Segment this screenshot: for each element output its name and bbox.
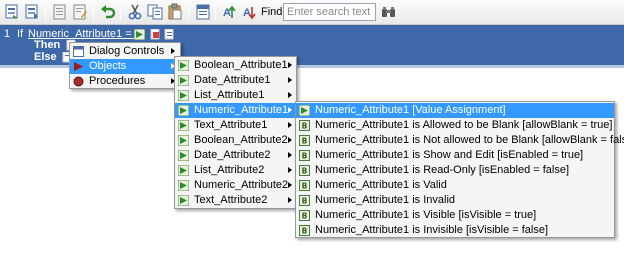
sort-descending-icon[interactable]: A — [240, 3, 258, 21]
attribute-menu-item[interactable]: B Numeric_Attribute1 is Visible [isVisibl… — [296, 208, 614, 223]
binoculars-icon[interactable] — [379, 3, 398, 21]
else-keyword: Else — [34, 51, 57, 63]
attribute-icon — [178, 195, 189, 206]
boolean-b-icon: B — [299, 225, 310, 236]
attribute-icon — [178, 120, 189, 131]
attribute-menu-item[interactable]: B Numeric_Attribute1 is Allowed to be Bla… — [296, 118, 614, 133]
objects-menu-item[interactable]: Boolean_Attribute2 — [175, 133, 296, 148]
attribute-icon — [178, 75, 189, 86]
objects-menu-item[interactable]: Text_Attribute2 — [175, 193, 296, 208]
menu-item-procedures[interactable]: Procedures — [70, 74, 180, 89]
svg-text:B: B — [302, 182, 308, 191]
svg-text:B: B — [302, 137, 308, 146]
objects-menu-item[interactable]: List_Attribute1 — [175, 88, 296, 103]
attribute-icon — [178, 165, 189, 176]
toolbar-separator — [215, 3, 216, 21]
boolean-b-icon: B — [299, 120, 310, 131]
boolean-b-icon: B — [299, 150, 310, 161]
svg-text:B: B — [302, 227, 308, 236]
svg-text:B: B — [302, 197, 308, 206]
cut-icon[interactable] — [126, 3, 144, 21]
attribute-menu-item[interactable]: B Numeric_Attribute1 is Valid — [296, 178, 614, 193]
svg-text:A: A — [243, 7, 251, 19]
find-label: Find: — [261, 6, 286, 18]
if-keyword: If — [17, 28, 24, 40]
rule-view-icon[interactable] — [194, 3, 212, 21]
sort-ascending-icon[interactable]: A — [220, 3, 238, 21]
submenu-arrow-icon — [288, 137, 292, 143]
toolbar-separator — [45, 3, 46, 21]
objects-menu-item[interactable]: Date_Attribute2 — [175, 148, 296, 163]
attribute-menu-item[interactable]: B Numeric_Attribute1 is Show and Edit [is… — [296, 148, 614, 163]
boolean-b-icon: B — [299, 210, 310, 221]
toolbar: A A Find: — [0, 0, 624, 25]
attribute-icon — [178, 105, 189, 116]
menu-item-objects[interactable]: Objects — [70, 59, 180, 74]
objects-menu-item[interactable]: List_Attribute2 — [175, 163, 296, 178]
boolean-b-icon: B — [299, 165, 310, 176]
insert-rule-icon[interactable] — [23, 3, 41, 21]
attribute-menu-item[interactable]: B Numeric_Attribute1 is Invisible [isVisi… — [296, 223, 614, 238]
objects-menu-item[interactable]: Date_Attribute1 — [175, 73, 296, 88]
attribute-menu-item[interactable]: B Numeric_Attribute1 is Not allowed to be… — [296, 133, 624, 148]
submenu-arrow-icon — [288, 92, 292, 98]
svg-text:B: B — [302, 152, 308, 161]
value-assignment-icon — [299, 105, 310, 116]
green-play-icon[interactable] — [134, 29, 145, 40]
copy-icon[interactable] — [146, 3, 164, 21]
submenu-arrow-icon — [288, 167, 292, 173]
attribute-icon — [178, 60, 189, 71]
toolbar-separator — [93, 3, 94, 21]
attribute-icon — [178, 150, 189, 161]
attribute-submenu: Numeric_Attribute1 [Value Assignment] B Nu… — [295, 101, 624, 238]
attribute-menu-item[interactable]: B Numeric_Attribute1 is Invalid — [296, 193, 614, 208]
toolbar-separator — [188, 3, 189, 21]
attribute-menu-item[interactable]: Numeric_Attribute1 [Value Assignment] — [296, 103, 614, 118]
attribute-icon — [178, 90, 189, 101]
context-menu: Dialog Controls Objects Procedures — [69, 42, 181, 89]
svg-text:B: B — [302, 167, 308, 176]
submenu-arrow-icon — [288, 62, 292, 68]
dialog-controls-icon — [73, 46, 84, 57]
objects-menu-item[interactable]: Numeric_Attribute1 — [175, 103, 296, 118]
new-rule-icon[interactable] — [3, 3, 21, 21]
attribute-icon — [178, 135, 189, 146]
then-keyword: Then — [34, 39, 61, 51]
objects-menu-item[interactable]: Boolean_Attribute1 — [175, 58, 296, 73]
objects-icon — [73, 61, 84, 72]
document-icon[interactable] — [51, 3, 69, 21]
line-number: 1 — [4, 28, 11, 40]
svg-text:B: B — [302, 122, 308, 131]
boolean-b-icon: B — [299, 195, 310, 206]
submenu-arrow-icon — [171, 48, 175, 54]
properties-icon[interactable] — [71, 3, 89, 21]
objects-submenu: Boolean_Attribute1 Date_Attribute1 List_At… — [174, 56, 297, 209]
search-input[interactable] — [283, 3, 376, 21]
boolean-b-icon: B — [299, 135, 310, 146]
toolbar-separator — [120, 3, 121, 21]
paste-icon[interactable] — [166, 3, 184, 21]
submenu-arrow-icon — [288, 77, 292, 83]
submenu-arrow-icon — [288, 197, 292, 203]
objects-menu-item[interactable]: Text_Attribute1 — [175, 118, 296, 133]
attribute-icon — [178, 180, 189, 191]
procedures-icon — [73, 76, 84, 87]
submenu-arrow-icon — [288, 107, 292, 113]
svg-text:B: B — [302, 212, 308, 221]
submenu-arrow-icon — [288, 182, 292, 188]
objects-menu-item[interactable]: Numeric_Attribute2 — [175, 178, 296, 193]
menu-item-dialog-controls[interactable]: Dialog Controls — [70, 44, 180, 59]
submenu-arrow-icon — [288, 152, 292, 158]
boolean-b-icon: B — [299, 180, 310, 191]
undo-icon[interactable] — [99, 3, 117, 21]
rule-action-icon[interactable] — [150, 29, 161, 40]
rule-comment-icon[interactable] — [164, 29, 175, 40]
submenu-arrow-icon — [288, 122, 292, 128]
attribute-menu-item[interactable]: B Numeric_Attribute1 is Read-Only [isEnab… — [296, 163, 614, 178]
